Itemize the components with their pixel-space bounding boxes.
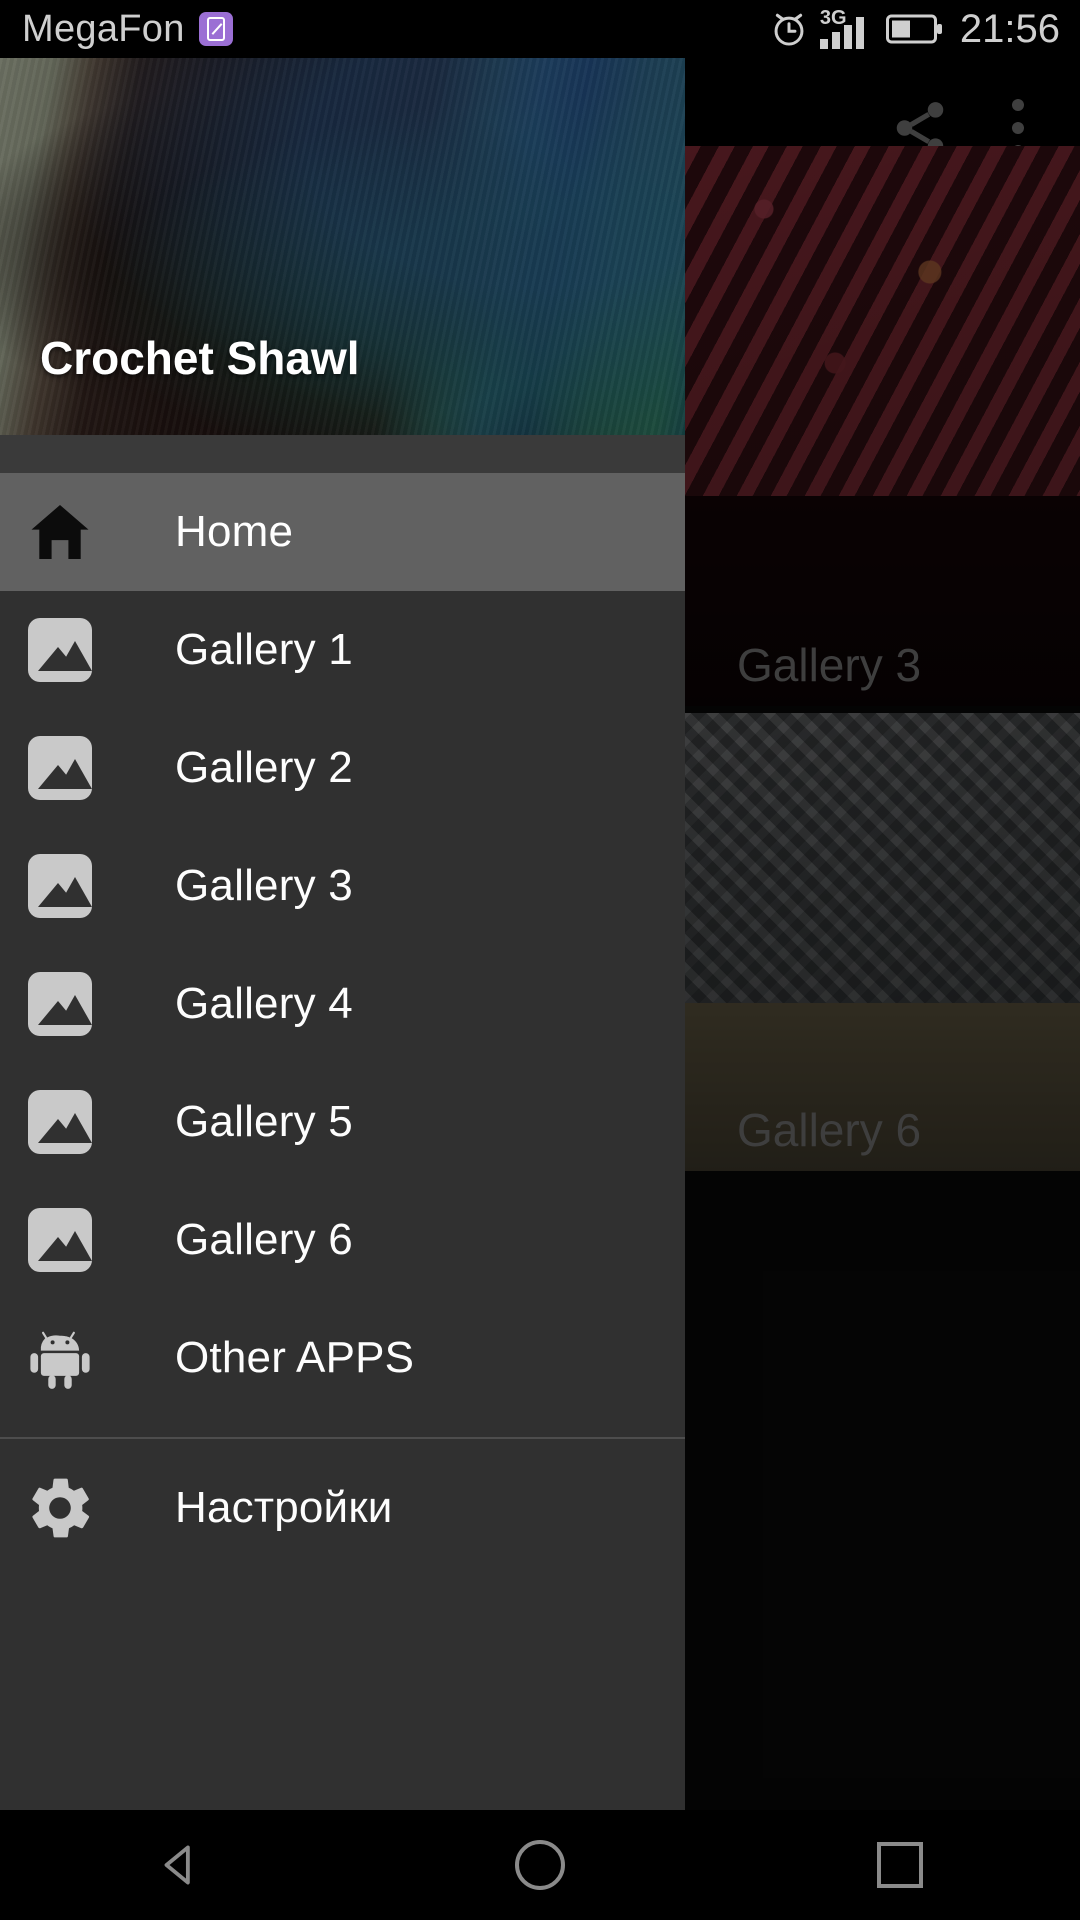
drawer-title: Crochet Shawl [40, 332, 360, 384]
image-icon [0, 736, 120, 800]
image-icon [0, 1208, 120, 1272]
recents-square-icon[interactable] [800, 1810, 1000, 1920]
sidebar-item-label: Gallery 2 [175, 743, 353, 792]
android-robot-icon [0, 1321, 120, 1395]
network-type-label: 3G [819, 7, 847, 29]
image-icon [0, 1090, 120, 1154]
sidebar-item-gallery-2[interactable]: Gallery 2 [0, 709, 685, 827]
sidebar-item-label: Other APPS [175, 1333, 415, 1382]
sidebar-item-gallery-3[interactable]: Gallery 3 [0, 827, 685, 945]
sidebar-item-gallery-1[interactable]: Gallery 1 [0, 591, 685, 709]
home-icon [0, 496, 120, 568]
sidebar-item-label: Gallery 4 [175, 979, 353, 1028]
drawer-header-scrim [0, 58, 685, 473]
sidebar-item-settings[interactable]: Настройки [0, 1449, 685, 1567]
clock-label: 21:56 [959, 6, 1060, 51]
status-bar: MegaFon 3G 21:56 [0, 0, 1080, 58]
drawer-spacer [0, 1439, 685, 1449]
back-icon[interactable] [80, 1810, 280, 1920]
battery-half-icon [885, 14, 942, 44]
drawer-header: Crochet Shawl [0, 58, 685, 473]
sidebar-item-gallery-6[interactable]: Gallery 6 [0, 1181, 685, 1299]
alarm-clock-icon [774, 13, 804, 46]
sidebar-item-label: Gallery 1 [175, 625, 353, 674]
sidebar-item-gallery-4[interactable]: Gallery 4 [0, 945, 685, 1063]
image-icon [0, 618, 120, 682]
sidebar-item-label: Gallery 3 [175, 861, 353, 910]
sidebar-item-other-apps[interactable]: Other APPS [0, 1299, 685, 1417]
navigation-drawer: Crochet Shawl Home Gallery 1 Gallery 2 G… [0, 58, 685, 1810]
sim-card-icon [198, 12, 233, 46]
image-icon [0, 972, 120, 1036]
sidebar-item-label: Gallery 5 [175, 1097, 353, 1146]
status-icons: 3G 21:56 [768, 7, 1060, 52]
gear-icon [0, 1472, 120, 1544]
sidebar-item-gallery-5[interactable]: Gallery 5 [0, 1063, 685, 1181]
home-circle-icon[interactable] [440, 1810, 640, 1920]
signal-bars-icon: 3G [819, 7, 876, 49]
sidebar-item-home[interactable]: Home [0, 473, 685, 591]
sidebar-item-label: Home [175, 507, 294, 556]
sidebar-item-label: Настройки [175, 1483, 393, 1532]
system-nav-bar [0, 1810, 1080, 1920]
drawer-header-divider [0, 435, 685, 473]
carrier-label: MegaFon [22, 7, 185, 50]
phone-screen: Gallery 3 Gallery 6 Crochet Shawl Home [0, 0, 1080, 1920]
image-icon [0, 854, 120, 918]
sidebar-item-label: Gallery 6 [175, 1215, 353, 1264]
